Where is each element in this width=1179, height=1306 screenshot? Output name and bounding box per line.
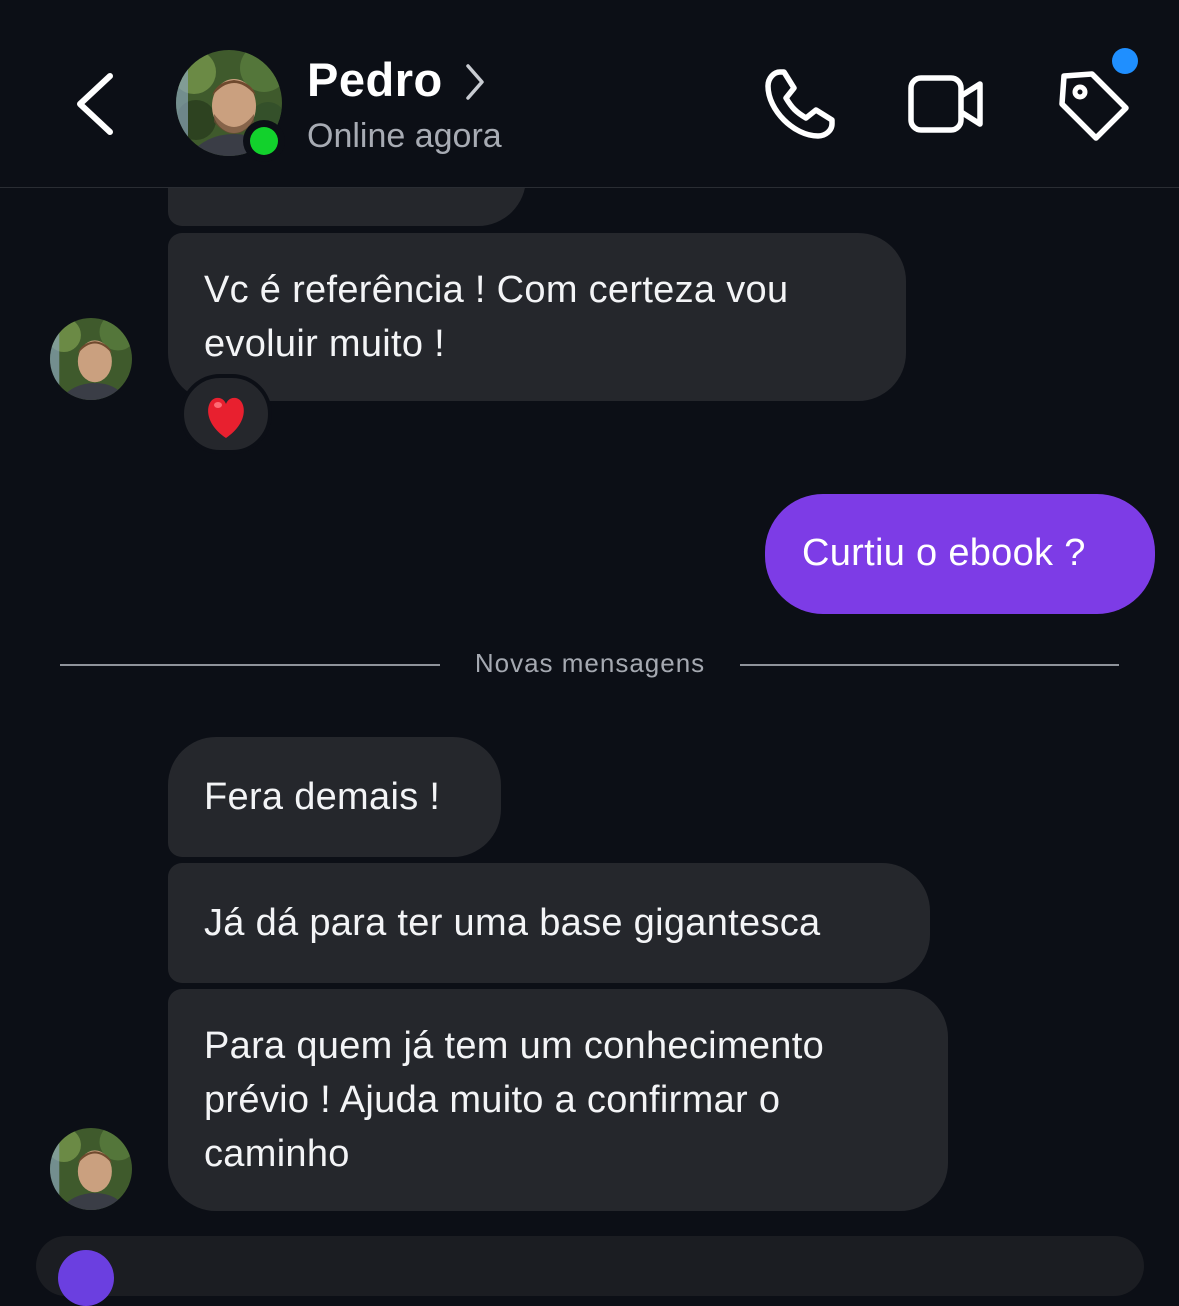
- chevron-left-icon: [77, 73, 113, 135]
- sender-avatar[interactable]: [50, 1128, 132, 1210]
- message-text: Para quem já tem um conhecimento prévio …: [204, 1025, 825, 1175]
- new-messages-divider: Novas mensagens: [474, 648, 706, 678]
- contact-name[interactable]: Pedro: [307, 52, 443, 107]
- chevron-right-icon[interactable]: [462, 62, 488, 102]
- sender-avatar[interactable]: [50, 318, 132, 400]
- back-button[interactable]: [64, 62, 124, 146]
- reaction-badge[interactable]: [180, 374, 272, 454]
- divider-line-left: [60, 664, 440, 666]
- call-button[interactable]: [760, 64, 840, 144]
- message-text: Curtiu o ebook ?: [802, 532, 1086, 574]
- tag-icon: [1059, 71, 1129, 141]
- message-text: Fera demais !: [204, 776, 441, 818]
- tag-button[interactable]: [1054, 64, 1134, 144]
- chat-header: Pedro Online agora: [0, 0, 1179, 188]
- message-bubble[interactable]: Para quem já tem um conhecimento prévio …: [168, 989, 948, 1211]
- message-composer[interactable]: [36, 1236, 1144, 1306]
- heart-icon: [208, 397, 244, 438]
- my-message-bubble[interactable]: Curtiu o ebook ?: [765, 494, 1155, 614]
- divider-line-right: [740, 664, 1119, 666]
- message-text: Já dá para ter uma base gigantesca: [204, 902, 821, 944]
- camera-icon[interactable]: [58, 1250, 114, 1306]
- message-text: Vc é referência ! Com certeza vou evolui…: [204, 269, 789, 365]
- message-bubble[interactable]: Fera demais !: [168, 737, 501, 857]
- phone-icon: [765, 69, 835, 139]
- message-bubble[interactable]: Vc é referência ! Com certeza vou evolui…: [168, 233, 906, 401]
- video-call-button[interactable]: [906, 64, 986, 144]
- message-bubble[interactable]: Já dá para ter uma base gigantesca: [168, 863, 930, 983]
- notification-dot: [1112, 48, 1138, 74]
- online-indicator: [243, 120, 285, 162]
- video-camera-icon: [908, 75, 983, 133]
- contact-status: Online agora: [307, 117, 502, 155]
